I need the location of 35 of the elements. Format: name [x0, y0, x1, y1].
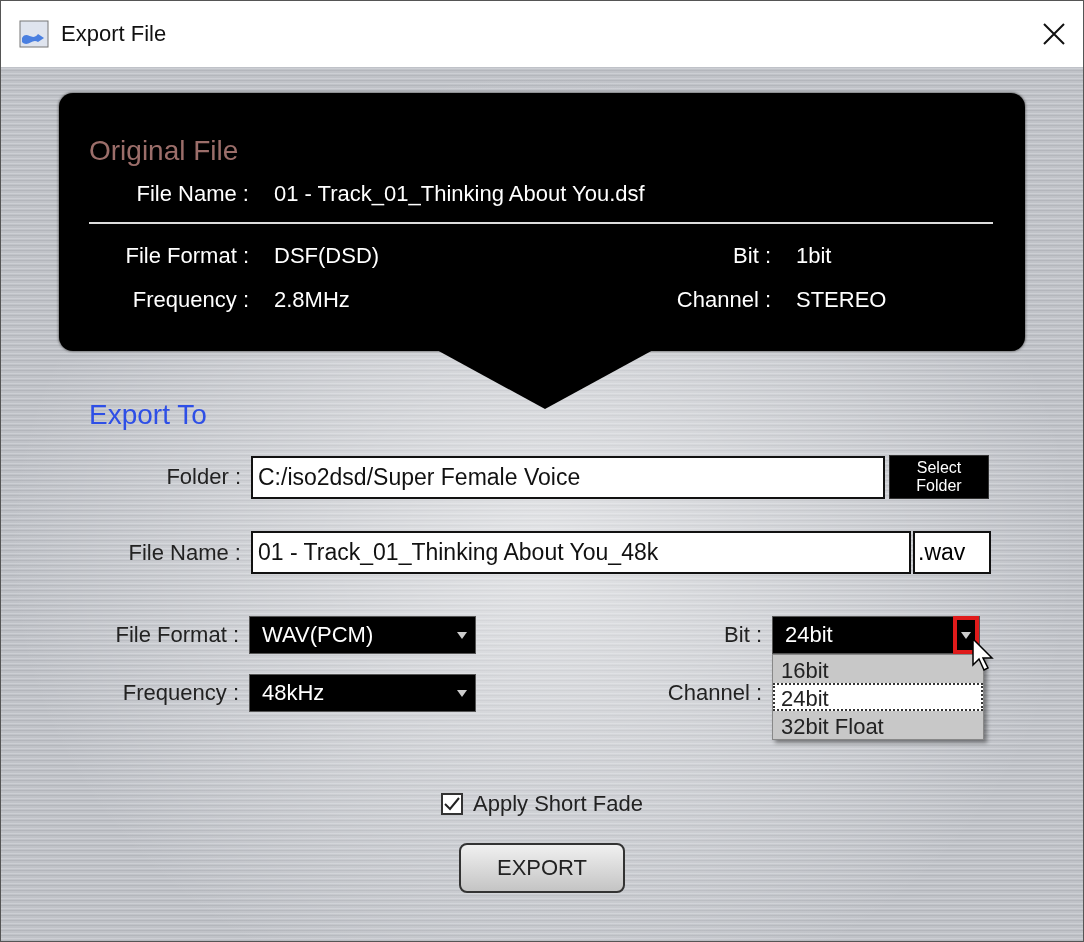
window-title: Export File [61, 21, 168, 47]
checkbox-label: Apply Short Fade [473, 791, 643, 817]
folder-field[interactable]: C:/iso2dsd/Super Female Voice [251, 455, 885, 499]
field-label: File Format : [124, 243, 249, 269]
field-value: STEREO [796, 287, 888, 313]
extension-field: .wav [913, 531, 991, 574]
dropdown-select[interactable]: 24bit [772, 616, 980, 654]
field-label: Channel : [675, 287, 771, 313]
cursor-icon [972, 638, 996, 672]
field-label: File Name : [135, 181, 249, 207]
field-label: Folder : [165, 464, 241, 490]
app-icon [19, 20, 49, 48]
close-icon[interactable] [1043, 23, 1065, 45]
field-value: DSF(DSD) [274, 243, 381, 269]
export-button[interactable]: EXPORT [459, 843, 625, 893]
checkbox[interactable] [441, 793, 463, 815]
field-value: 2.8MHz [274, 287, 351, 313]
field-label: Channel : [666, 680, 762, 706]
dropdown-option[interactable]: 24bit [773, 683, 983, 711]
field-label: Frequency : [121, 680, 239, 706]
field-label: Bit : [732, 243, 771, 269]
file-name-field[interactable]: 01 - Track_01_Thinking About You_48k [251, 531, 911, 574]
dropdown-option[interactable]: 32bit Float [773, 711, 983, 739]
dropdown-select[interactable]: 48kHz [249, 674, 476, 712]
field-label: File Name : [127, 539, 241, 566]
dropdown-option[interactable]: 16bit [773, 655, 983, 683]
field-value: 1bit [796, 243, 833, 269]
field-label: File Format : [114, 622, 239, 648]
section-heading: Export To [89, 399, 208, 432]
panel-heading: Original File [89, 135, 240, 167]
field-value: 01 - Track_01_Thinking About You.dsf [274, 181, 646, 207]
field-label: Bit : [723, 622, 762, 648]
dropdown-select[interactable]: WAV(PCM) [249, 616, 476, 654]
field-label: Frequency : [131, 287, 249, 313]
select-folder-button[interactable]: Select Folder [889, 455, 989, 499]
